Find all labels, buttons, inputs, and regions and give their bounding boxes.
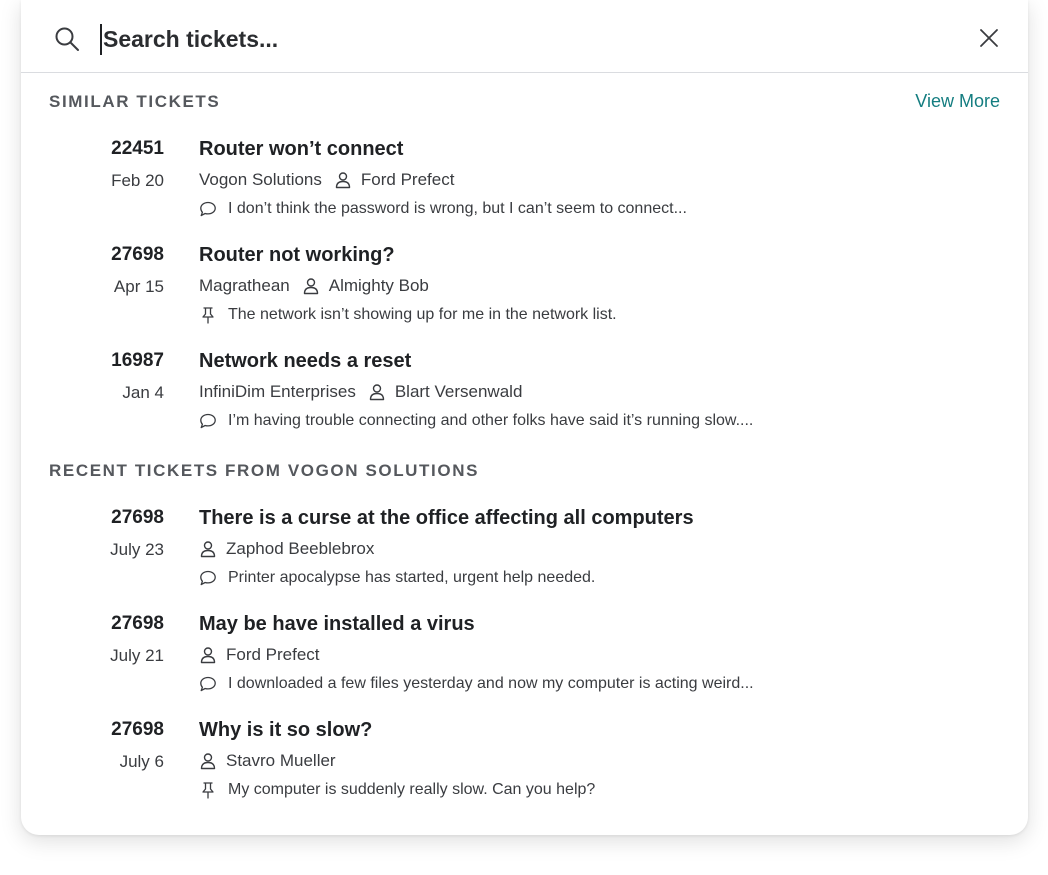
ticket-note: I’m having trouble connecting and other … <box>199 412 753 430</box>
close-icon[interactable] <box>978 27 1000 49</box>
ticket-person: Zaphod Beeblebrox <box>226 539 375 558</box>
text-caret <box>100 24 102 55</box>
user-icon <box>303 278 318 295</box>
ticket-search-panel: SIMILAR TICKETS View More 22451 Feb 20 R… <box>21 0 1028 835</box>
search-bar <box>21 0 1028 73</box>
user-icon <box>335 172 351 189</box>
similar-ticket-row[interactable]: 22451 Feb 20 Router won’t connect Vogon … <box>21 138 1028 234</box>
ticket-title: Router won’t connect <box>199 138 404 160</box>
ticket-meta: Stavro Mueller <box>199 751 336 771</box>
ticket-note: The network isn’t showing up for me in t… <box>199 306 617 324</box>
ticket-note-text: My computer is suddenly really slow. Can… <box>228 781 596 798</box>
comment-icon <box>200 201 216 217</box>
ticket-person: Blart Versenwald <box>394 382 523 401</box>
ticket-id: 22451 <box>111 138 164 159</box>
similar-ticket-row[interactable]: 27698 Apr 15 Router not working? Magrath… <box>21 244 1028 340</box>
ticket-title: May be have installed a virus <box>199 613 475 635</box>
ticket-id: 16987 <box>111 350 164 371</box>
ticket-company: InfiniDim Enterprises <box>199 382 356 401</box>
comment-icon <box>200 413 216 429</box>
ticket-person: Almighty Bob <box>328 276 429 295</box>
comment-icon <box>200 570 216 586</box>
ticket-id: 27698 <box>111 244 164 265</box>
ticket-person: Stavro Mueller <box>226 751 336 770</box>
ticket-id: 27698 <box>111 507 164 528</box>
similar-tickets-heading: SIMILAR TICKETS <box>49 92 221 111</box>
ticket-title: There is a curse at the office affecting… <box>199 507 694 529</box>
ticket-note-text: I don’t think the password is wrong, but… <box>228 200 687 217</box>
user-icon <box>200 753 216 770</box>
search-input[interactable] <box>103 21 943 57</box>
ticket-meta: Magrathean Almighty Bob <box>199 276 429 296</box>
ticket-note: Printer apocalypse has started, urgent h… <box>199 569 595 587</box>
ticket-note: I downloaded a few files yesterday and n… <box>199 675 754 693</box>
ticket-title: Router not working? <box>199 244 395 266</box>
view-more-link[interactable]: View More <box>915 91 1000 112</box>
user-icon <box>369 384 385 401</box>
recent-ticket-row[interactable]: 27698 July 23 There is a curse at the of… <box>21 507 1028 603</box>
ticket-company: Magrathean <box>199 276 290 295</box>
ticket-note: My computer is suddenly really slow. Can… <box>199 781 595 799</box>
ticket-date: Feb 20 <box>111 171 164 190</box>
ticket-meta: Vogon Solutions Ford Prefect <box>199 170 454 190</box>
ticket-id: 27698 <box>111 613 164 634</box>
ticket-company: Vogon Solutions <box>199 170 322 189</box>
ticket-meta: InfiniDim Enterprises Blart Versenwald <box>199 382 522 402</box>
ticket-meta: Ford Prefect <box>199 645 320 665</box>
ticket-date: July 23 <box>110 540 164 559</box>
user-icon <box>200 647 216 664</box>
similar-ticket-row[interactable]: 16987 Jan 4 Network needs a reset Infini… <box>21 350 1028 446</box>
ticket-date: July 6 <box>119 752 164 771</box>
ticket-meta: Zaphod Beeblebrox <box>199 539 374 559</box>
pin-icon <box>202 307 214 324</box>
ticket-note-text: The network isn’t showing up for me in t… <box>228 306 617 323</box>
ticket-person: Ford Prefect <box>226 645 320 664</box>
ticket-date: Apr 15 <box>113 277 164 296</box>
ticket-note-text: Printer apocalypse has started, urgent h… <box>228 569 596 586</box>
recent-tickets-heading: RECENT TICKETS FROM VOGON SOLUTIONS <box>49 461 480 480</box>
ticket-date: Jan 4 <box>122 383 164 402</box>
ticket-title: Why is it so slow? <box>199 719 373 741</box>
ticket-person: Ford Prefect <box>360 170 455 189</box>
recent-ticket-row[interactable]: 27698 July 21 May be have installed a vi… <box>21 613 1028 709</box>
comment-icon <box>200 676 216 692</box>
ticket-id: 27698 <box>111 719 164 740</box>
user-icon <box>200 541 216 558</box>
pin-icon <box>202 782 214 799</box>
search-icon <box>55 27 79 51</box>
ticket-title: Network needs a reset <box>199 350 412 372</box>
ticket-note-text: I downloaded a few files yesterday and n… <box>228 675 754 692</box>
ticket-date: July 21 <box>110 646 164 665</box>
ticket-note: I don’t think the password is wrong, but… <box>199 200 687 218</box>
recent-ticket-row[interactable]: 27698 July 6 Why is it so slow? Stavro M… <box>21 719 1028 815</box>
ticket-note-text: I’m having trouble connecting and other … <box>228 412 754 429</box>
